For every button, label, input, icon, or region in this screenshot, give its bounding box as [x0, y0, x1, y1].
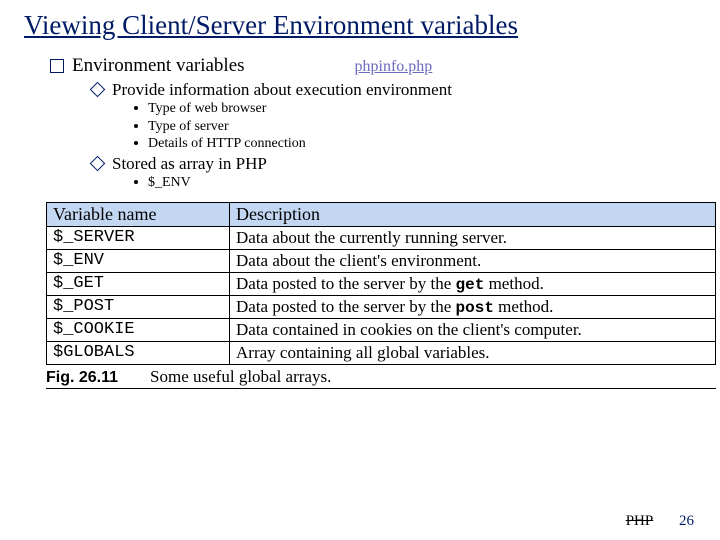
- item-http: Details of HTTP connection: [134, 135, 696, 153]
- table-row: $_GETData posted to the server by the ge…: [47, 272, 716, 295]
- variables-table: Variable name Description $_SERVERData a…: [46, 202, 716, 365]
- footer-label: PHP: [626, 513, 654, 529]
- sub-text: Stored as array in PHP: [112, 154, 267, 173]
- th-desc: Description: [230, 202, 716, 226]
- cell-varname: $_SERVER: [47, 226, 230, 249]
- table-row: $GLOBALSArray containing all global vari…: [47, 341, 716, 364]
- cell-varname: $_GET: [47, 272, 230, 295]
- table-row: $_SERVERData about the currently running…: [47, 226, 716, 249]
- sub-text: Provide information about execution envi…: [112, 80, 452, 99]
- square-icon: [50, 59, 64, 73]
- dot-icon: [134, 180, 138, 184]
- dot-icon: [134, 141, 138, 145]
- sub-provide-info: Provide information about execution envi…: [92, 79, 696, 100]
- th-varname: Variable name: [47, 202, 230, 226]
- cell-desc: Data about the client's environment.: [230, 249, 716, 272]
- diamond-icon: [90, 82, 106, 98]
- diamond-icon: [90, 155, 106, 171]
- cell-varname: $GLOBALS: [47, 341, 230, 364]
- item-browser: Type of web browser: [134, 100, 696, 118]
- page-title: Viewing Client/Server Environment variab…: [24, 10, 696, 41]
- caption-text: Some useful global arrays.: [150, 367, 331, 386]
- dot-icon: [134, 106, 138, 110]
- page-number: 26: [679, 513, 694, 529]
- table-row: $_ENVData about the client's environment…: [47, 249, 716, 272]
- cell-desc: Data posted to the server by the post me…: [230, 295, 716, 318]
- caption-label: Fig. 26.11: [46, 369, 118, 386]
- cell-desc: Array containing all global variables.: [230, 341, 716, 364]
- cell-desc: Data posted to the server by the get met…: [230, 272, 716, 295]
- item-text: Type of web browser: [148, 101, 266, 116]
- cell-desc: Data about the currently running server.: [230, 226, 716, 249]
- item-text: $_ENV: [148, 175, 191, 190]
- dot-icon: [134, 124, 138, 128]
- table-header: Variable name Description: [47, 202, 716, 226]
- table-row: $_COOKIEData contained in cookies on the…: [47, 318, 716, 341]
- bullet-text: Environment variables: [72, 55, 245, 76]
- item-text: Type of server: [148, 119, 229, 134]
- table-row: $_POSTData posted to the server by the p…: [47, 295, 716, 318]
- cell-varname: $_POST: [47, 295, 230, 318]
- item-server: Type of server: [134, 118, 696, 136]
- item-env: $_ENV: [134, 174, 696, 192]
- footer: PHP 26: [626, 513, 694, 530]
- link-phpinfo[interactable]: phpinfo.php: [355, 58, 433, 76]
- bullet-env-vars: Environment variables: [50, 55, 245, 77]
- cell-varname: $_ENV: [47, 249, 230, 272]
- item-text: Details of HTTP connection: [148, 136, 306, 151]
- figure-caption: Fig. 26.11 Some useful global arrays.: [46, 367, 716, 389]
- cell-desc: Data contained in cookies on the client'…: [230, 318, 716, 341]
- sub-stored-array: Stored as array in PHP: [92, 153, 696, 174]
- cell-varname: $_COOKIE: [47, 318, 230, 341]
